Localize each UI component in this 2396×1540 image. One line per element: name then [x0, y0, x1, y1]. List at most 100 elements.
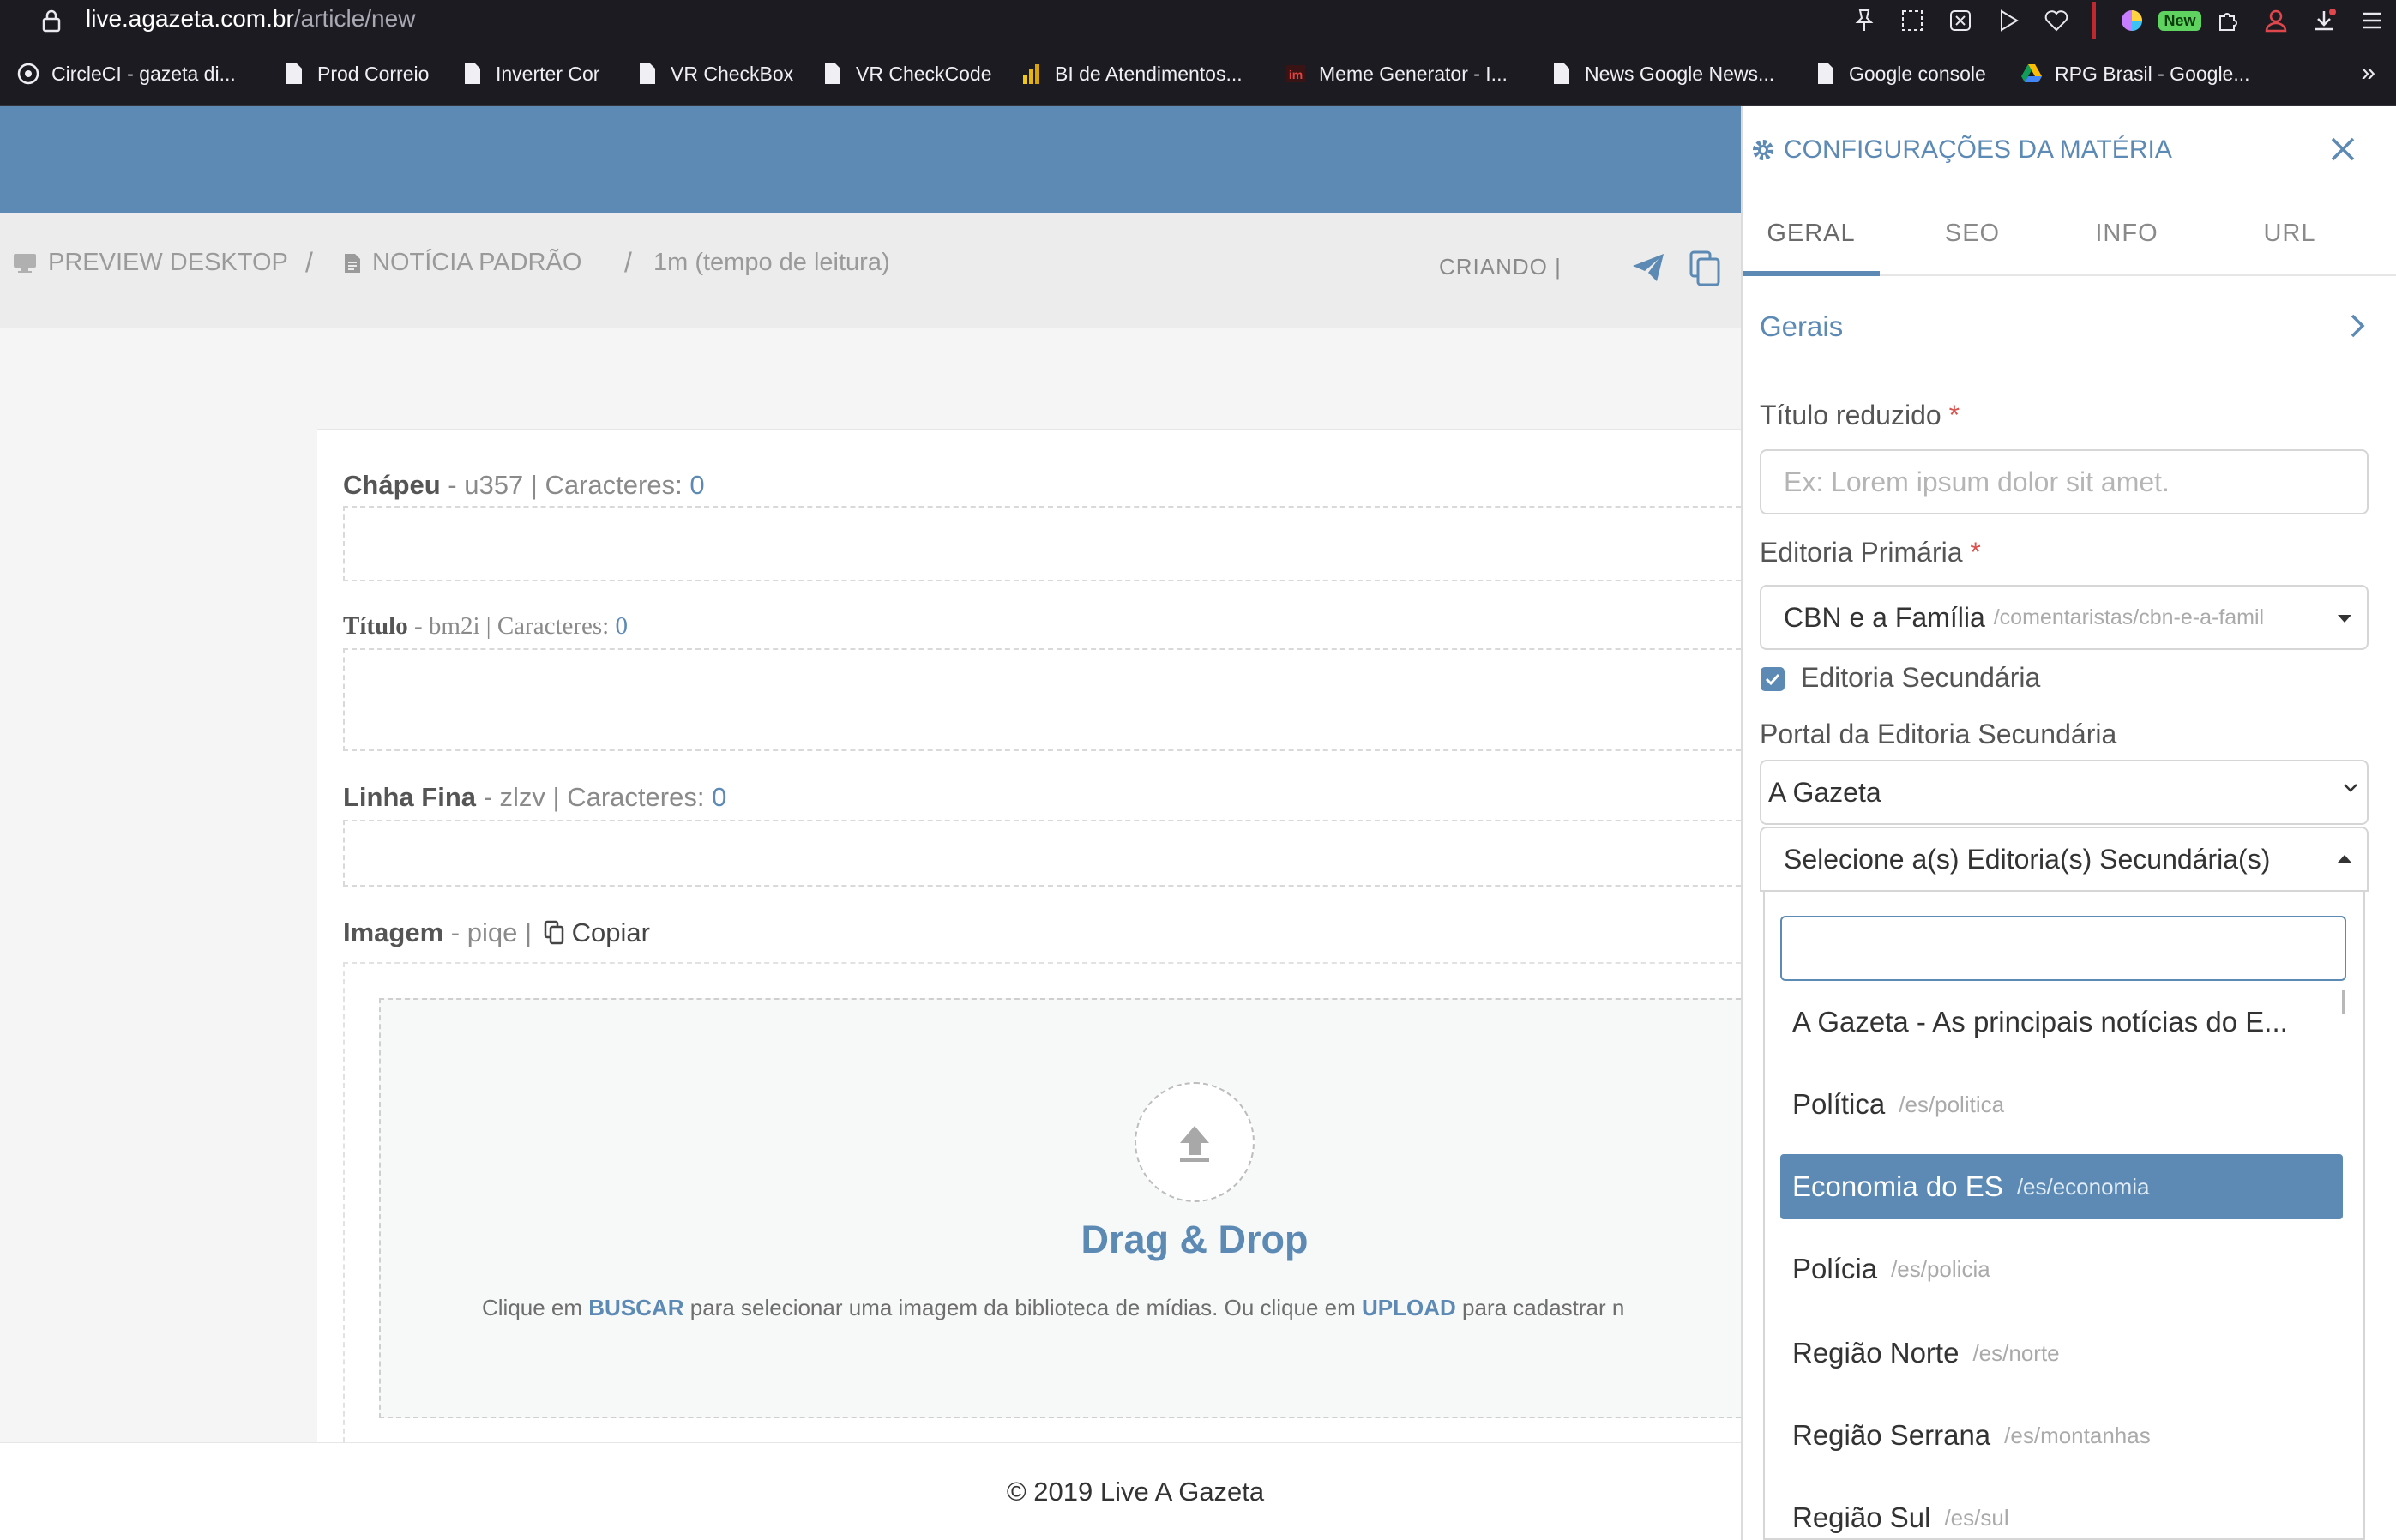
svg-text:im: im — [1289, 68, 1303, 81]
bookmark-label: VR CheckCode — [856, 62, 992, 85]
gear-icon — [1753, 140, 1773, 160]
bookmark-item[interactable]: CircleCI - gazeta di... — [17, 58, 236, 89]
screenshot-icon[interactable] — [1888, 0, 1936, 41]
image-dropzone[interactable] — [379, 998, 1758, 1418]
bookmark-label: Meme Generator - I... — [1319, 62, 1508, 85]
dropdown-option[interactable]: A Gazeta - As principais notícias do E..… — [1780, 990, 2343, 1055]
option-label: Região Norte — [1792, 1337, 1960, 1369]
dropdown-option[interactable]: Região Sul/es/sul — [1780, 1485, 2343, 1540]
preview-desktop-link[interactable]: PREVIEW DESKTOP — [12, 249, 288, 277]
page-icon — [286, 63, 302, 84]
caret-up-icon — [2338, 855, 2351, 863]
label-text: Título reduzido — [1760, 400, 1941, 430]
tab-seo[interactable]: SEO — [1904, 220, 2041, 248]
dropdown-search-input[interactable] — [1780, 916, 2346, 981]
bookmark-label: BI de Atendimentos... — [1055, 62, 1243, 85]
tab-url[interactable]: URL — [2221, 220, 2358, 248]
titulo-reduzido-input[interactable] — [1760, 449, 2369, 514]
imagem-label: Imagem - piqe | Copiar — [343, 917, 650, 948]
bookmark-item[interactable]: VR CheckBox — [636, 58, 793, 89]
bookmark-label: Inverter Cor — [496, 62, 600, 85]
copy-image-button[interactable]: Copiar — [572, 917, 650, 948]
copy-icon[interactable] — [543, 920, 565, 946]
dropdown-option[interactable]: Região Norte/es/norte — [1780, 1320, 2343, 1386]
linha-fina-label: Linha Fina - zlzv | Caracteres: 0 — [343, 782, 726, 813]
bookmark-item[interactable]: BI de Atendimentos... — [1020, 58, 1243, 89]
download-icon[interactable] — [2300, 0, 2348, 41]
reading-time: 1m (tempo de leitura) — [653, 249, 890, 276]
tab-geral[interactable]: GERAL — [1743, 220, 1880, 248]
caret-down-icon — [2338, 615, 2351, 623]
titulo-field[interactable] — [343, 648, 1758, 751]
upload-icon[interactable] — [1135, 1082, 1255, 1202]
buscar-link[interactable]: BUSCAR — [588, 1295, 683, 1320]
option-label: A Gazeta - As principais notícias do E..… — [1792, 1006, 2288, 1038]
heart-icon[interactable] — [2032, 0, 2080, 41]
portal-select[interactable]: A Gazeta — [1760, 760, 2369, 825]
chevron-right-icon[interactable] — [2346, 309, 2369, 343]
bookmark-item[interactable]: Prod Correio — [283, 58, 429, 89]
bookmark-item[interactable]: News Google News... — [1550, 58, 1774, 89]
dropdown-option[interactable]: Região Serrana/es/montanhas — [1780, 1403, 2343, 1468]
active-tab-indicator — [1743, 271, 1880, 276]
bookmark-item[interactable]: VR CheckCode — [822, 58, 992, 89]
option-path: /es/montanhas — [2004, 1422, 2151, 1448]
linha-fina-meta: - zlzv | Caracteres: — [476, 782, 713, 812]
blocker-icon[interactable] — [1936, 0, 1984, 41]
bookmark-item[interactable]: Google console — [1815, 58, 1986, 89]
upload-link[interactable]: UPLOAD — [1362, 1295, 1456, 1320]
play-icon[interactable] — [1984, 0, 2032, 41]
address-bar[interactable]: live.agazeta.com.br/article/new — [86, 5, 415, 33]
send-icon[interactable] — [1629, 249, 1667, 286]
page-icon — [640, 63, 655, 84]
titulo-label: Título - bm2i | Caracteres: 0 — [343, 612, 628, 641]
chapeu-count: 0 — [689, 470, 705, 500]
option-label: Polícia — [1792, 1253, 1878, 1284]
portal-secundaria-label: Portal da Editoria Secundária — [1760, 719, 2117, 749]
panel-title: CONFIGURAÇÕES DA MATÉRIA — [1751, 135, 2172, 165]
help-text: Clique em — [482, 1295, 589, 1320]
lock-icon — [42, 9, 61, 33]
copy-icon[interactable] — [1686, 249, 1724, 286]
document-icon — [345, 253, 360, 273]
selected-value: A Gazeta — [1768, 776, 1881, 808]
linha-fina-title: Linha Fina — [343, 782, 476, 812]
editorias-secundarias-select[interactable]: Selecione a(s) Editoria(s) Secundária(s) — [1760, 827, 2369, 892]
account-icon[interactable] — [2252, 0, 2300, 41]
chapeu-field[interactable] — [343, 506, 1758, 581]
bookmark-label: CircleCI - gazeta di... — [51, 62, 236, 85]
page-icon — [825, 63, 840, 84]
selected-path: /comentaristas/cbn-e-a-famil — [1993, 605, 2265, 629]
page-icon — [465, 63, 480, 84]
titulo-count: 0 — [615, 612, 629, 640]
option-label: Política — [1792, 1088, 1886, 1120]
bookmark-item[interactable]: im Meme Generator - I... — [1285, 58, 1508, 89]
page-icon — [1818, 63, 1833, 84]
dropdown-option[interactable]: Polícia/es/policia — [1780, 1236, 2343, 1302]
new-extension-icon[interactable]: New — [2156, 0, 2204, 41]
dropdown-option[interactable]: Política/es/politica — [1780, 1072, 2343, 1137]
bookmarks-overflow-icon[interactable]: » — [2361, 58, 2375, 87]
puzzle-icon[interactable] — [2204, 0, 2252, 41]
close-icon[interactable] — [2326, 130, 2360, 168]
section-gerais[interactable]: Gerais — [1760, 310, 1843, 343]
color-wheel-icon[interactable] — [2108, 0, 2156, 41]
imgflip-icon: im — [1286, 65, 1305, 82]
tab-info[interactable]: INFO — [2058, 220, 2195, 248]
status-text: CRIANDO | — [1439, 254, 1562, 280]
circleci-icon — [17, 63, 39, 85]
imagem-title: Imagem — [343, 917, 444, 947]
option-label: Região Sul — [1792, 1501, 1931, 1533]
linha-fina-field[interactable] — [343, 820, 1758, 887]
editoria-secundaria-checkbox[interactable] — [1761, 667, 1785, 691]
breadcrumb-separator: / — [305, 247, 313, 278]
dropdown-option-highlighted[interactable]: Economia do ES/es/economia — [1780, 1154, 2343, 1219]
bookmark-item[interactable]: RPG Brasil - Google... — [2020, 58, 2250, 89]
bookmark-item[interactable]: Inverter Cor — [461, 58, 599, 89]
option-path: /es/economia — [2016, 1173, 2150, 1200]
editoria-primaria-select[interactable]: CBN e a Família/comentaristas/cbn-e-a-fa… — [1760, 585, 2369, 650]
chapeu-title: Chápeu — [343, 470, 441, 500]
pin-icon[interactable] — [1840, 0, 1888, 41]
help-text: para selecionar uma imagem da biblioteca… — [683, 1295, 1363, 1320]
menu-icon[interactable] — [2348, 0, 2396, 41]
